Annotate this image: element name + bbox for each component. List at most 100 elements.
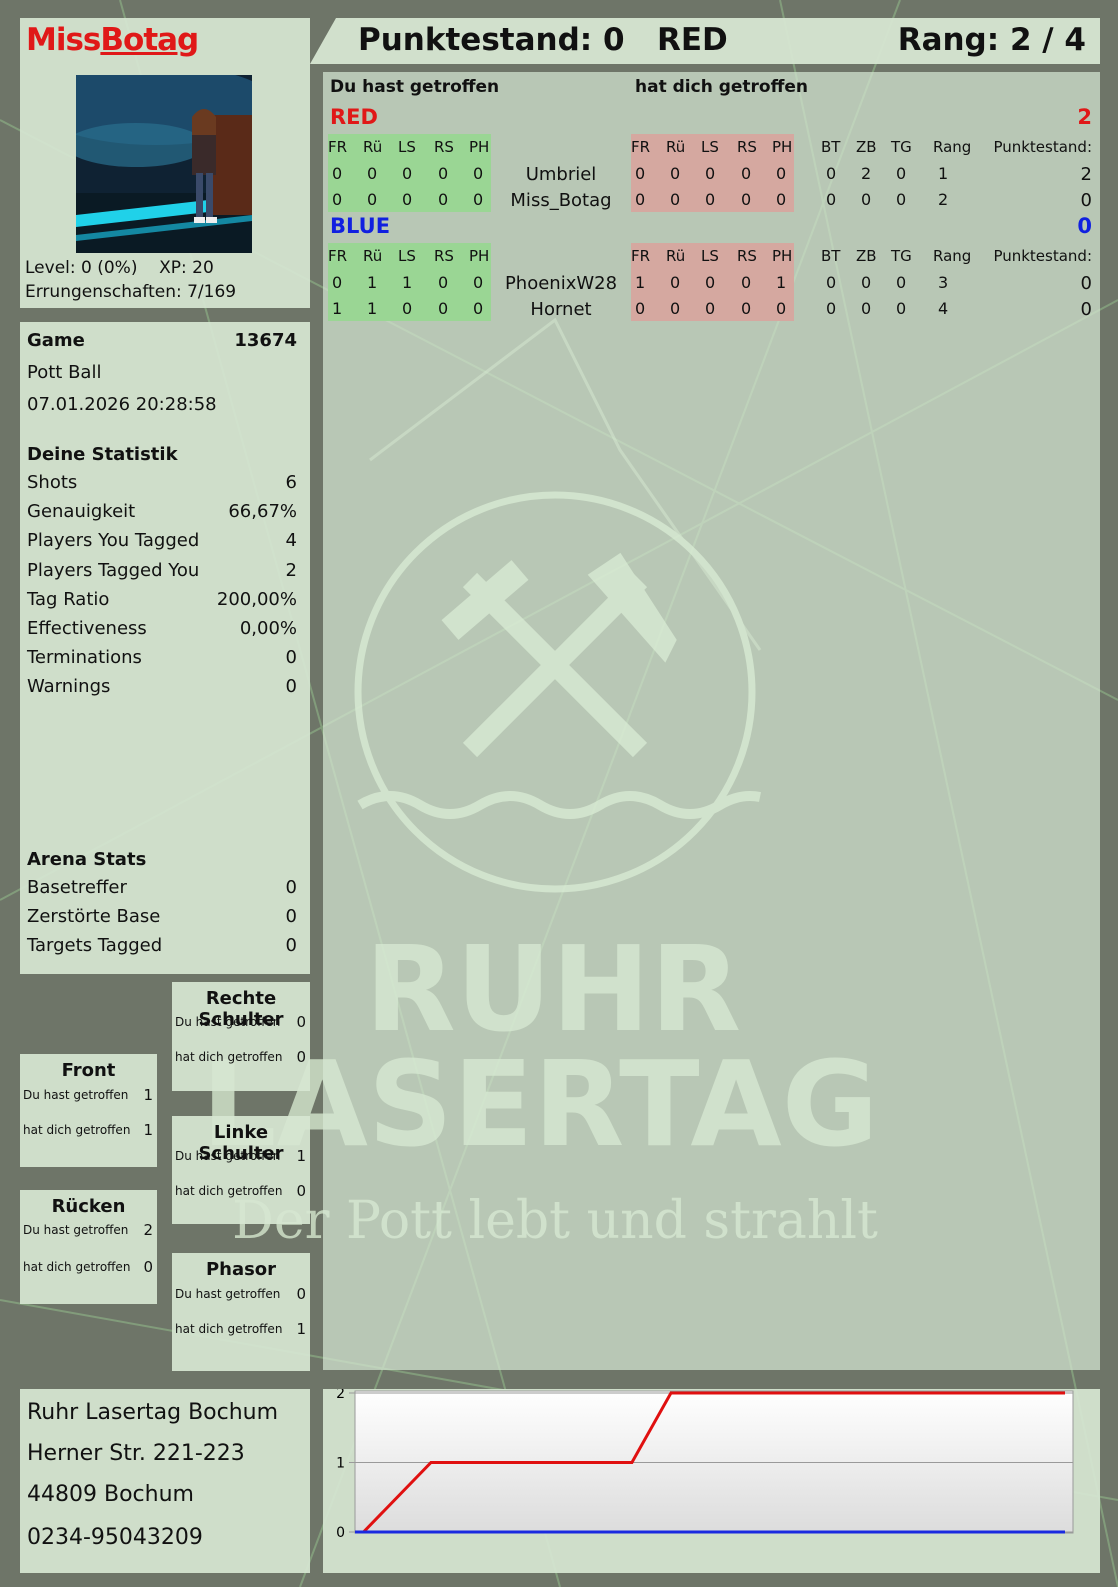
stat-label: Effectiveness <box>27 618 147 639</box>
col-header-you-hit: FR <box>328 247 348 265</box>
col-header-stat: Rang <box>933 138 972 156</box>
you-hit-value: 0 <box>296 1013 306 1031</box>
hitbox-left-shoulder: Linke Schulter Du hast getroffen 1 hat d… <box>172 1116 310 1224</box>
you-hit-value: 0 <box>367 164 378 183</box>
arena-stat-value: 0 <box>285 877 297 898</box>
stat-value: 0 <box>826 190 837 209</box>
score-header: Punktestand: 0 RED Rang: 2 / 4 <box>310 18 1100 64</box>
you-hit-value: 1 <box>143 1086 153 1104</box>
you-hit-value: 0 <box>438 164 449 183</box>
you-hit-value: 0 <box>402 164 413 183</box>
arena-stat-row: Targets Tagged 0 <box>27 935 297 956</box>
you-hit-value: 1 <box>367 273 378 292</box>
hit-you-value: 0 <box>143 1258 153 1276</box>
y-tick-label: 2 <box>336 1389 345 1402</box>
venue-street: Herner Str. 221-223 <box>27 1441 245 1466</box>
stat-value: 0 <box>896 190 907 209</box>
stat-label: Shots <box>27 472 78 493</box>
you-hit-value: 0 <box>438 299 449 318</box>
col-header-stat: BT <box>821 247 841 265</box>
player-name-cell: Miss_Botag <box>510 190 612 211</box>
col-header-you-hit: RS <box>434 138 454 156</box>
stat-row: Players You Tagged 4 <box>27 530 297 551</box>
stat-value: 66,67% <box>228 501 297 523</box>
player-name-cell: Hornet <box>530 299 592 320</box>
hit-you-value: 0 <box>776 190 787 209</box>
team-score: 0 <box>1077 214 1092 238</box>
hit-you-value: 0 <box>776 164 787 183</box>
col-header-hit-you: Rü <box>666 247 686 265</box>
player-name: MissBotag <box>26 22 199 58</box>
team-name: RED <box>330 105 378 129</box>
you-hit-value: 0 <box>332 164 343 183</box>
hit-you-value: 1 <box>635 273 646 292</box>
col-header-stat: TG <box>891 138 912 156</box>
col-header-hit-you: LS <box>701 138 719 156</box>
player-name-cell: Umbriel <box>525 164 597 185</box>
col-header-stat: Rang <box>933 247 972 265</box>
stat-value: 4 <box>938 299 949 318</box>
col-header-stat: ZB <box>856 247 877 265</box>
stat-label: Genauigkeit <box>27 501 136 523</box>
stat-label: Terminations <box>27 647 142 669</box>
hit-you-value: 1 <box>143 1121 153 1139</box>
arena-stat-row: Basetreffer 0 <box>27 877 297 898</box>
stat-value: 0 <box>861 273 872 292</box>
stat-value: 0 <box>896 273 907 292</box>
stat-row: Terminations 0 <box>27 647 297 668</box>
you-hit-value: 0 <box>438 190 449 209</box>
player-name-cell: PhoenixW28 <box>504 273 618 294</box>
stat-value: 3 <box>938 273 949 292</box>
header-rank: Rang: 2 / 4 <box>897 22 1086 58</box>
team-score: 2 <box>1077 105 1092 129</box>
stat-label: Players You Tagged <box>27 530 200 552</box>
you-hit-value: 0 <box>473 273 484 292</box>
arena-stat-label: Zerstörte Base <box>27 906 161 928</box>
game-id-row: Game 13674 <box>27 330 297 351</box>
stat-value: 1 <box>938 164 949 183</box>
col-header-you-hit: LS <box>398 138 416 156</box>
arena-stat-value: 0 <box>285 906 297 928</box>
you-hit-value: 0 <box>367 190 378 209</box>
hit-you-value: 0 <box>670 164 681 183</box>
hit-you-value: 0 <box>776 299 787 318</box>
col-header-hit-you: PH <box>772 247 793 265</box>
col-header-you-hit: PH <box>469 247 490 265</box>
you-hit-value: 0 <box>402 299 413 318</box>
game-stats-panel: Game 13674 Pott Ball 07.01.2026 20:28:58 … <box>20 322 310 974</box>
hit-you-value: 1 <box>776 273 787 292</box>
you-hit-label: Du hast getroffen <box>175 1015 281 1029</box>
col-header-points: Punktestand: <box>993 247 1092 265</box>
hitbox-title: Rücken <box>51 1196 126 1217</box>
y-tick-label: 1 <box>336 1456 345 1472</box>
arena-stat-value: 0 <box>285 935 297 957</box>
you-hit-label: Du hast getroffen <box>175 1149 281 1163</box>
header-score: Punktestand: 0 <box>358 22 625 58</box>
you-hit-value: 0 <box>332 273 343 292</box>
hit-you-value: 0 <box>635 190 646 209</box>
col-header-hit-you: PH <box>772 138 793 156</box>
col-header-stat: TG <box>891 247 912 265</box>
hitbox-title: Phasor <box>205 1259 277 1280</box>
hit-you-label: hat dich getroffen <box>175 1322 283 1336</box>
venue-address-panel: Ruhr Lasertag Bochum Herner Str. 221-223… <box>20 1389 310 1573</box>
hit-you-value: 0 <box>670 190 681 209</box>
col-header-you-hit: PH <box>469 138 490 156</box>
hit-you-heading: hat dich getroffen <box>635 77 809 97</box>
stat-value: 200,00% <box>216 588 297 610</box>
stat-row: Players Tagged You 2 <box>27 560 297 581</box>
hit-you-label: hat dich getroffen <box>23 1123 131 1137</box>
arena-stat-label: Basetreffer <box>27 877 127 898</box>
stat-row: Shots 6 <box>27 472 297 493</box>
col-header-hit-you: Rü <box>666 138 686 156</box>
hitbox-title: Front <box>61 1060 116 1081</box>
hit-you-value: 1 <box>296 1320 306 1338</box>
you-hit-value: 0 <box>473 190 484 209</box>
hit-you-value: 0 <box>741 273 752 292</box>
game-datetime: 07.01.2026 20:28:58 <box>27 394 217 415</box>
you-hit-value: 0 <box>438 273 449 292</box>
col-header-you-hit: Rü <box>363 247 383 265</box>
stat-label: Warnings <box>27 676 111 698</box>
you-hit-label: Du hast getroffen <box>23 1088 129 1102</box>
stat-row: Genauigkeit 66,67% <box>27 501 297 522</box>
